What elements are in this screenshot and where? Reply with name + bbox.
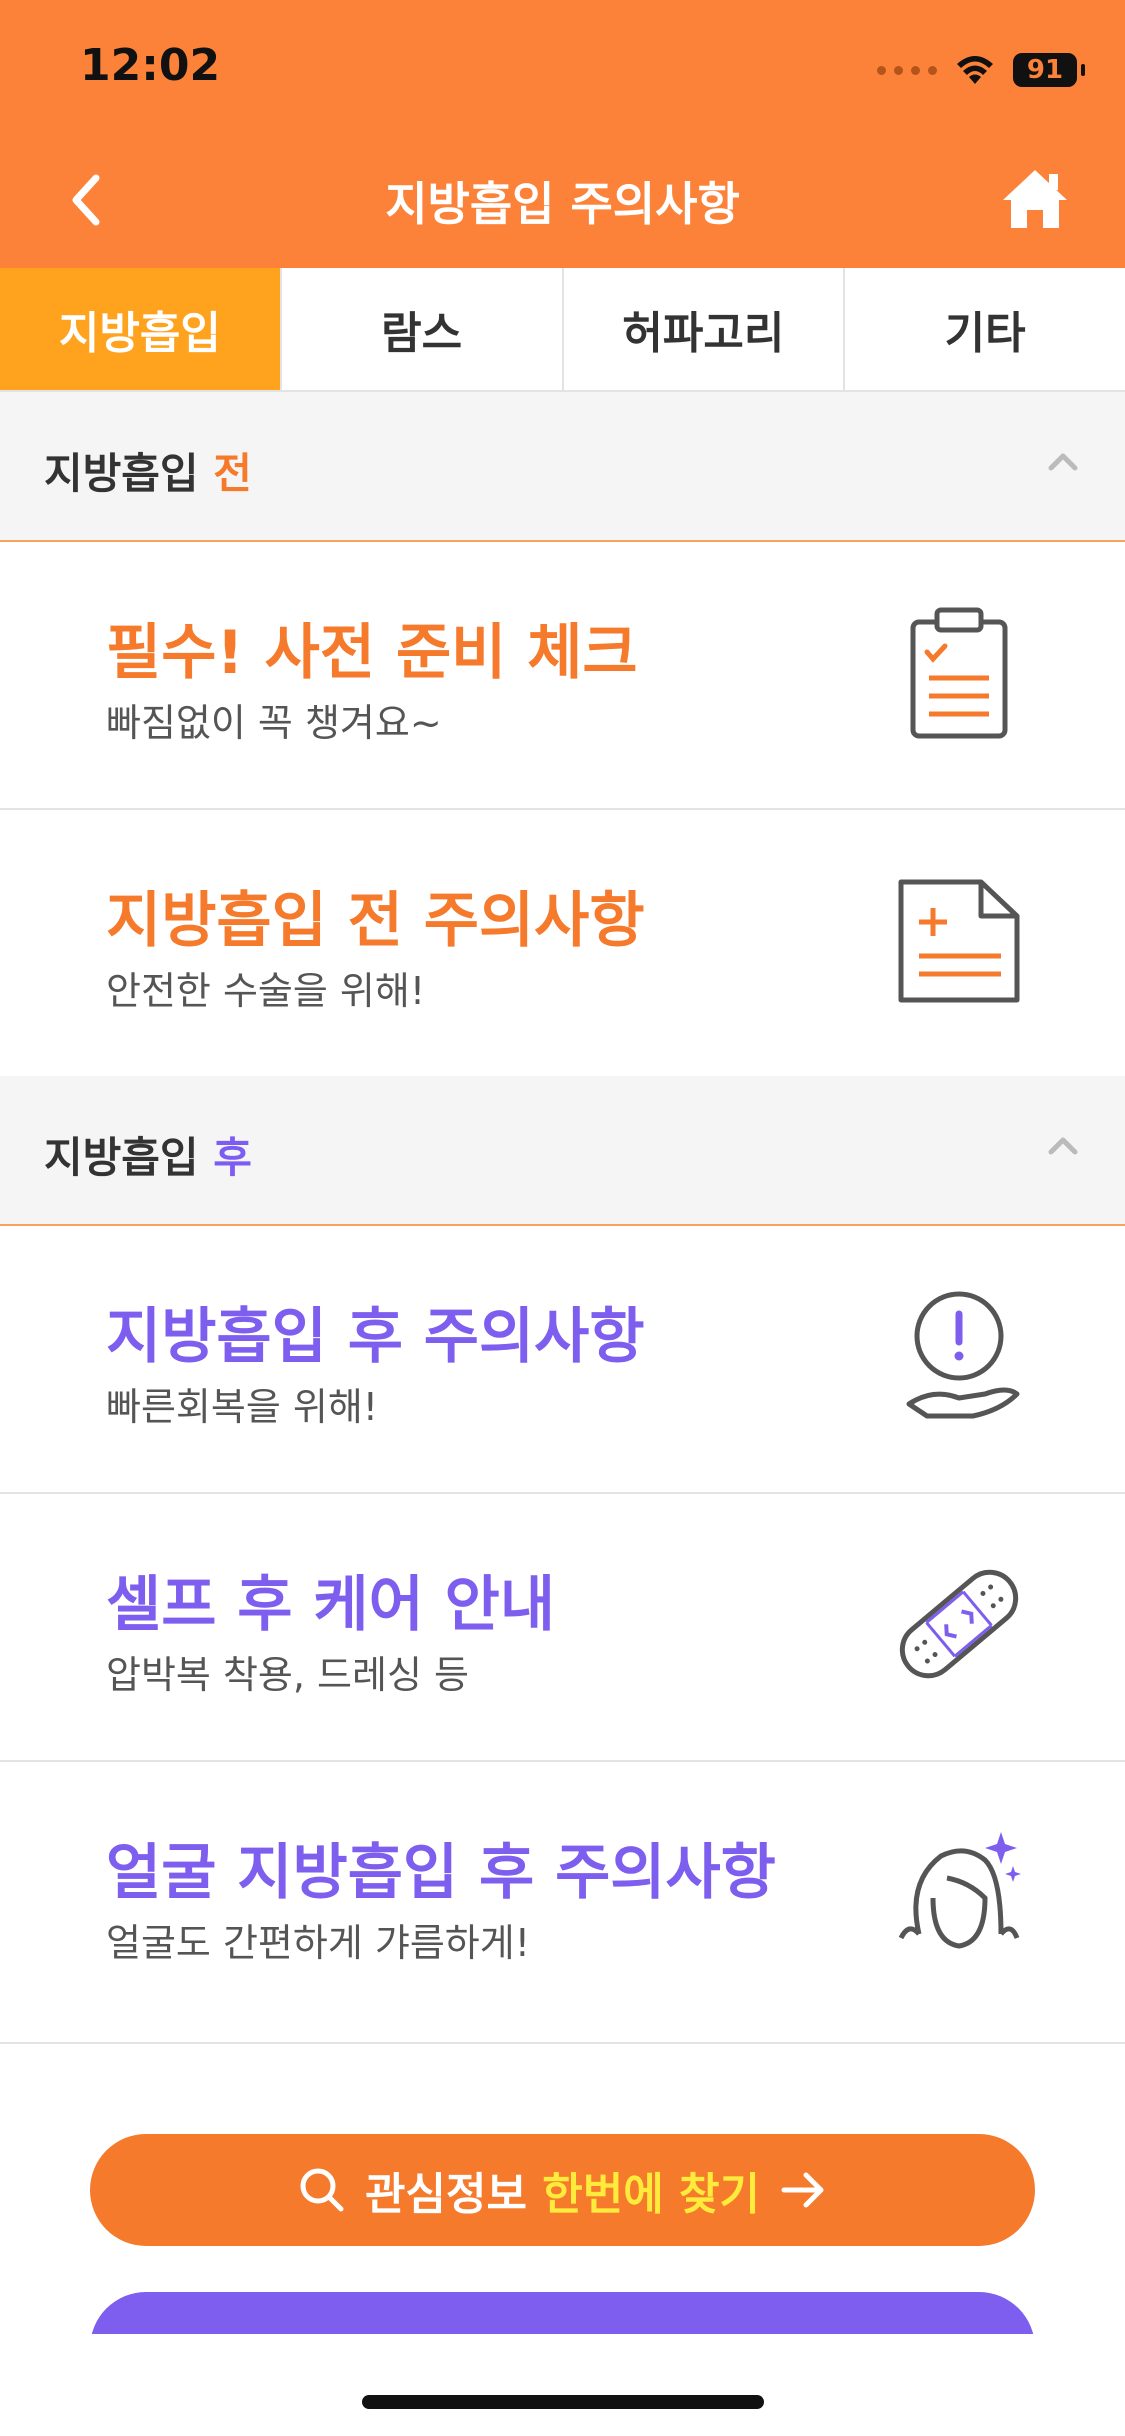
wifi-icon (957, 56, 993, 84)
card-title: 지방흡입 전 주의사항 (106, 886, 645, 956)
bandage-icon (899, 1569, 1019, 1679)
home-icon[interactable] (999, 166, 1071, 232)
card-subtitle: 안전한 수술을 위해! (106, 969, 426, 1013)
card-subtitle: 얼굴도 간편하게 갸름하게! (106, 1921, 530, 1965)
battery-indicator: 91 (1013, 53, 1085, 87)
tab-waist[interactable]: 허파고리 (564, 268, 846, 390)
card-subtitle: 빠른회복을 위해! (106, 1385, 379, 1429)
card-title: 셀프 후 케어 안내 (106, 1570, 556, 1640)
bottom-safe-area (0, 2334, 1125, 2436)
tab-lams[interactable]: 람스 (282, 268, 564, 390)
card-pre-op-cautions[interactable]: 지방흡입 전 주의사항 안전한 수술을 위해! (0, 810, 1125, 1078)
search-button-label: 관심정보 한번에 찾기 (365, 2169, 760, 2220)
card-subtitle: 빠짐없이 꼭 챙겨요~ (106, 701, 442, 745)
search-icon (300, 2168, 344, 2212)
cellular-signal-icon (877, 65, 937, 75)
section-header-before[interactable]: 지방흡입 전 (0, 392, 1125, 542)
document-plus-icon (898, 879, 1020, 1003)
section-header-after[interactable]: 지방흡입 후 (0, 1076, 1125, 1226)
card-title: 지방흡입 후 주의사항 (106, 1302, 645, 1372)
card-post-op-cautions[interactable]: 지방흡입 후 주의사항 빠른회복을 위해! (0, 1226, 1125, 1494)
tab-etc[interactable]: 기타 (845, 268, 1125, 390)
card-self-care-guide[interactable]: 셀프 후 케어 안내 압박복 착용, 드레싱 등 (0, 1494, 1125, 1762)
status-icons: 91 (877, 48, 1085, 92)
section-title-after: 지방흡입 후 (44, 1133, 252, 1182)
card-subtitle: 압박복 착용, 드레싱 등 (106, 1653, 469, 1697)
app-header: 12:02 91 지방흡입 주의사항 (0, 0, 1125, 268)
category-tabs: 지방흡입 람스 허파고리 기타 (0, 268, 1125, 392)
home-indicator[interactable] (362, 2395, 764, 2409)
section-title-before: 지방흡입 전 (44, 449, 252, 498)
page-title: 지방흡입 주의사항 (385, 177, 740, 231)
arrow-right-icon (781, 2172, 824, 2208)
card-face-post-op[interactable]: 얼굴 지방흡입 후 주의사항 얼굴도 간편하게 갸름하게! (0, 1762, 1125, 2044)
chevron-up-icon[interactable] (1043, 1126, 1083, 1166)
search-interest-button[interactable]: 관심정보 한번에 찾기 (90, 2134, 1035, 2246)
card-title: 필수! 사전 준비 체크 (106, 618, 638, 688)
tab-liposuction[interactable]: 지방흡입 (0, 268, 282, 390)
face-sparkle-icon (898, 1832, 1021, 1949)
card-title: 얼굴 지방흡입 후 주의사항 (106, 1838, 776, 1908)
status-time: 12:02 (80, 40, 221, 91)
chevron-up-icon[interactable] (1043, 442, 1083, 482)
clipboard-check-icon (910, 607, 1008, 739)
hand-alert-icon (906, 1291, 1020, 1419)
card-prep-check[interactable]: 필수! 사전 준비 체크 빠짐없이 꼭 챙겨요~ (0, 542, 1125, 810)
